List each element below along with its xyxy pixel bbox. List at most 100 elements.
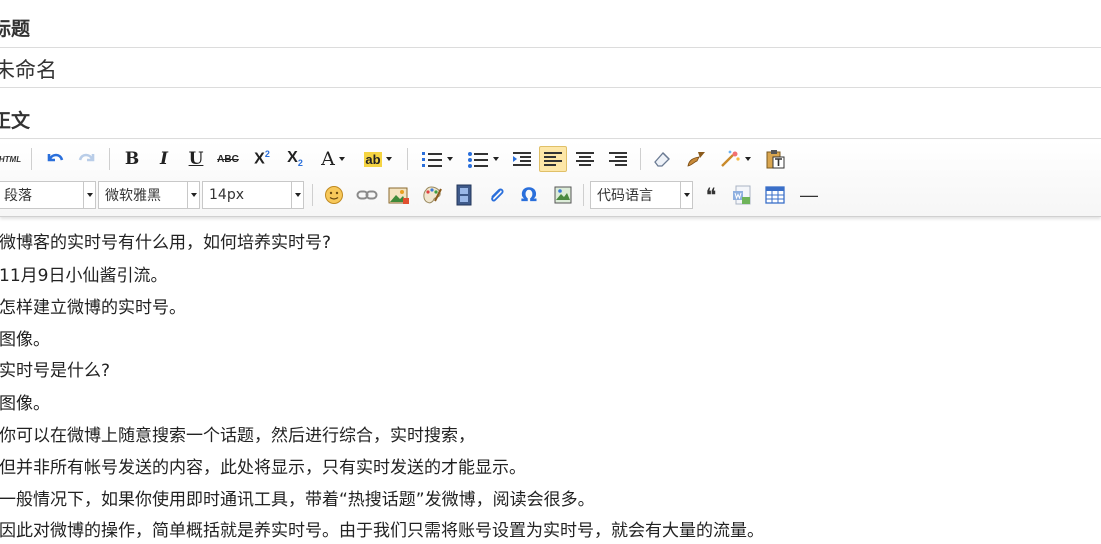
divider bbox=[0, 138, 1101, 139]
subscript-icon: X2 bbox=[287, 149, 303, 169]
paragraph: 11月9日小仙酱引流。 bbox=[0, 266, 168, 286]
map-image-icon bbox=[554, 186, 572, 204]
align-right-button[interactable] bbox=[604, 146, 632, 172]
brush-icon bbox=[687, 152, 705, 167]
insert-link-button[interactable] bbox=[354, 182, 380, 208]
strikethrough-icon: ABC bbox=[217, 153, 239, 165]
paragraph: 怎样建立微博的实时号。 bbox=[0, 298, 186, 318]
ordered-list-icon bbox=[422, 152, 442, 167]
title-section-label: 标题 bbox=[0, 18, 31, 40]
divider bbox=[0, 87, 1101, 88]
emoji-button[interactable] bbox=[321, 182, 347, 208]
paragraph: 实时号是什么? bbox=[0, 361, 111, 381]
subscript-button[interactable]: X2 bbox=[281, 146, 309, 172]
editor-toolbar: HTML B I U ABC X2 X2 A ab 段落 微软雅黑 14px Ω… bbox=[0, 140, 1101, 217]
remove-format-button[interactable] bbox=[648, 146, 676, 172]
highlight-color-button[interactable]: ab bbox=[358, 146, 398, 172]
align-center-icon bbox=[576, 152, 594, 166]
auto-format-button[interactable] bbox=[715, 146, 755, 172]
indent-button[interactable] bbox=[508, 146, 536, 172]
toolbar-separator bbox=[312, 184, 313, 206]
divider bbox=[0, 47, 1101, 48]
horizontal-rule-icon: — bbox=[800, 184, 818, 205]
table-icon bbox=[765, 186, 785, 204]
toolbar-separator bbox=[109, 148, 110, 170]
insert-video-button[interactable] bbox=[451, 182, 477, 208]
insert-table-button[interactable] bbox=[762, 182, 788, 208]
undo-button[interactable] bbox=[42, 146, 68, 172]
chevron-down-icon bbox=[493, 157, 499, 161]
redo-icon bbox=[78, 153, 95, 162]
chevron-down-icon bbox=[680, 182, 692, 208]
superscript-icon: X2 bbox=[254, 149, 270, 168]
paragraph: 图像。 bbox=[0, 330, 50, 350]
redo-button[interactable] bbox=[74, 146, 100, 172]
chevron-down-icon bbox=[291, 182, 303, 208]
insert-map-button[interactable] bbox=[550, 182, 576, 208]
palette-icon bbox=[423, 186, 442, 204]
indent-icon bbox=[513, 152, 531, 166]
paragraph: 但并非所有帐号发送的内容，此处将显示，只有实时发送的才能显示。 bbox=[0, 458, 526, 478]
align-left-button[interactable] bbox=[539, 146, 567, 172]
title-input[interactable] bbox=[0, 54, 1101, 84]
blockquote-button[interactable]: ❝ bbox=[698, 182, 724, 208]
superscript-button[interactable]: X2 bbox=[248, 146, 276, 172]
align-left-icon bbox=[544, 152, 562, 166]
format-painter-button[interactable] bbox=[682, 146, 710, 172]
paragraph: 一般情况下，如果你使用即时通讯工具，带着“热搜话题”发微博，阅读会很多。 bbox=[0, 490, 595, 510]
ordered-list-button[interactable] bbox=[417, 146, 457, 172]
font-color-button[interactable]: A bbox=[314, 146, 352, 172]
underline-icon: U bbox=[188, 149, 204, 169]
special-characters-button[interactable]: Ω bbox=[516, 182, 542, 208]
html-icon: HTML bbox=[0, 154, 22, 164]
bold-button[interactable]: B bbox=[119, 146, 145, 172]
magic-wand-icon bbox=[721, 150, 740, 167]
italic-icon: I bbox=[160, 149, 168, 169]
chevron-down-icon bbox=[745, 157, 751, 161]
align-right-icon bbox=[609, 152, 627, 166]
paragraph-format-select[interactable]: 段落 bbox=[0, 181, 96, 209]
bold-icon: B bbox=[124, 149, 140, 169]
paragraph: 你可以在微博上随意搜索一个话题，然后进行综合，实时搜索， bbox=[0, 426, 475, 446]
body-section-label: 正文 bbox=[0, 110, 31, 132]
quote-icon: ❝ bbox=[705, 183, 717, 207]
font-color-icon: A bbox=[321, 148, 335, 170]
paste-plain-text-button[interactable] bbox=[761, 146, 789, 172]
font-family-value: 微软雅黑 bbox=[105, 188, 161, 204]
chevron-down-icon bbox=[385, 157, 392, 161]
highlight-icon: ab bbox=[364, 151, 382, 167]
strikethrough-button[interactable]: ABC bbox=[214, 146, 242, 172]
unordered-list-icon bbox=[468, 152, 488, 168]
undo-icon bbox=[47, 153, 64, 162]
font-size-value: 14px bbox=[209, 187, 244, 203]
italic-button[interactable]: I bbox=[151, 146, 177, 172]
chevron-down-icon bbox=[187, 182, 199, 208]
clipboard-icon bbox=[766, 150, 785, 169]
paperclip-icon bbox=[491, 188, 504, 202]
html-source-button[interactable]: HTML bbox=[0, 146, 22, 172]
code-language-select[interactable]: 代码语言 bbox=[590, 181, 693, 209]
insert-attachment-button[interactable] bbox=[484, 182, 510, 208]
align-center-button[interactable] bbox=[571, 146, 599, 172]
toolbar-separator bbox=[640, 148, 641, 170]
paragraph: 微博客的实时号有什么用，如何培养实时号? bbox=[0, 233, 332, 253]
emoji-icon bbox=[325, 186, 343, 204]
horizontal-rule-button[interactable]: — bbox=[796, 182, 822, 208]
insert-image-button[interactable] bbox=[385, 182, 413, 208]
font-family-select[interactable]: 微软雅黑 bbox=[98, 181, 200, 209]
font-size-select[interactable]: 14px bbox=[202, 181, 304, 209]
toolbar-separator bbox=[31, 148, 32, 170]
underline-button[interactable]: U bbox=[183, 146, 209, 172]
paste-from-word-button[interactable] bbox=[729, 182, 755, 208]
paragraph: 因此对微博的操作，简单概括就是养实时号。由于我们只需将账号设置为实时号，就会有大… bbox=[0, 521, 764, 541]
eraser-icon bbox=[654, 152, 670, 167]
link-icon bbox=[356, 190, 378, 200]
unordered-list-button[interactable] bbox=[463, 146, 503, 172]
insert-scrawl-button[interactable] bbox=[418, 182, 446, 208]
paragraph: 图像。 bbox=[0, 394, 50, 414]
film-icon bbox=[456, 184, 472, 206]
chevron-down-icon bbox=[338, 157, 345, 161]
word-document-icon bbox=[733, 185, 751, 205]
chevron-down-icon bbox=[447, 157, 453, 161]
paragraph-format-value: 段落 bbox=[4, 188, 32, 204]
